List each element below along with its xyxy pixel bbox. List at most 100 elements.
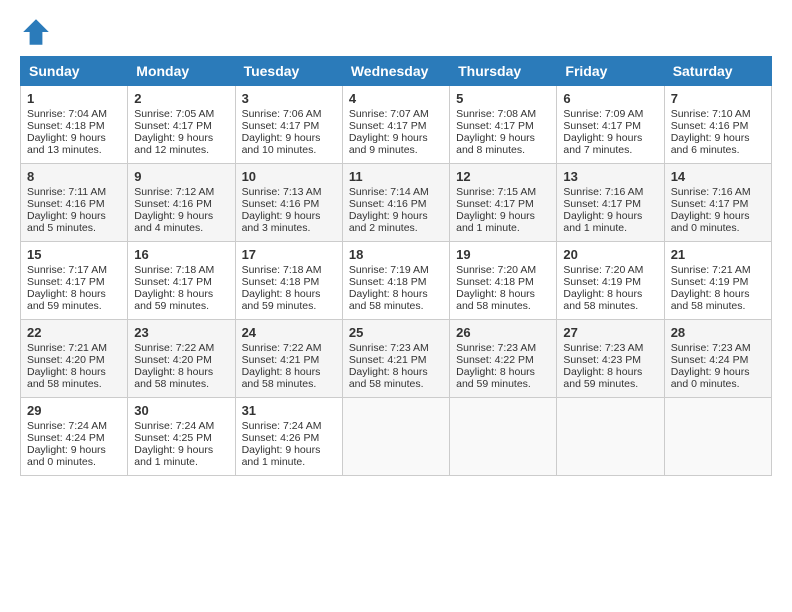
calendar-cell: 17Sunrise: 7:18 AMSunset: 4:18 PMDayligh… (235, 242, 342, 320)
sunrise-text: Sunrise: 7:23 AM (563, 342, 643, 354)
sunrise-text: Sunrise: 7:08 AM (456, 108, 536, 120)
calendar-cell: 5Sunrise: 7:08 AMSunset: 4:17 PMDaylight… (450, 86, 557, 164)
sunrise-text: Sunrise: 7:15 AM (456, 186, 536, 198)
sunset-text: Sunset: 4:21 PM (349, 354, 427, 366)
calendar-cell: 19Sunrise: 7:20 AMSunset: 4:18 PMDayligh… (450, 242, 557, 320)
calendar-cell: 27Sunrise: 7:23 AMSunset: 4:23 PMDayligh… (557, 320, 664, 398)
daylight-text: Daylight: 8 hours and 58 minutes. (349, 288, 428, 312)
sunset-text: Sunset: 4:17 PM (27, 276, 105, 288)
sunrise-text: Sunrise: 7:16 AM (563, 186, 643, 198)
sunset-text: Sunset: 4:17 PM (134, 120, 212, 132)
calendar-cell: 3Sunrise: 7:06 AMSunset: 4:17 PMDaylight… (235, 86, 342, 164)
sunrise-text: Sunrise: 7:23 AM (349, 342, 429, 354)
daylight-text: Daylight: 9 hours and 0 minutes. (671, 366, 750, 390)
calendar-cell: 21Sunrise: 7:21 AMSunset: 4:19 PMDayligh… (664, 242, 771, 320)
sunset-text: Sunset: 4:17 PM (134, 276, 212, 288)
daylight-text: Daylight: 9 hours and 0 minutes. (27, 444, 106, 468)
calendar-week-row: 29Sunrise: 7:24 AMSunset: 4:24 PMDayligh… (21, 398, 772, 476)
calendar-cell: 29Sunrise: 7:24 AMSunset: 4:24 PMDayligh… (21, 398, 128, 476)
sunrise-text: Sunrise: 7:18 AM (134, 264, 214, 276)
sunset-text: Sunset: 4:26 PM (242, 432, 320, 444)
logo (20, 16, 56, 48)
day-number: 1 (27, 91, 121, 106)
daylight-text: Daylight: 9 hours and 7 minutes. (563, 132, 642, 156)
header (20, 16, 772, 48)
sunrise-text: Sunrise: 7:05 AM (134, 108, 214, 120)
calendar-cell: 24Sunrise: 7:22 AMSunset: 4:21 PMDayligh… (235, 320, 342, 398)
calendar-cell: 2 Sunrise: 7:05 AMSunset: 4:17 PMDaylight… (128, 86, 235, 164)
day-number: 18 (349, 247, 443, 262)
sunrise-text: Sunrise: 7:19 AM (349, 264, 429, 276)
daylight-text: Daylight: 8 hours and 58 minutes. (456, 288, 535, 312)
sunrise-text: Sunrise: 7:23 AM (671, 342, 751, 354)
calendar-cell: 10Sunrise: 7:13 AMSunset: 4:16 PMDayligh… (235, 164, 342, 242)
daylight-text: Daylight: 8 hours and 59 minutes. (456, 366, 535, 390)
sunset-text: Sunset: 4:16 PM (27, 198, 105, 210)
daylight-text: Daylight: 9 hours and 1 minute. (134, 444, 213, 468)
calendar-cell: 1Sunrise: 7:04 AMSunset: 4:18 PMDaylight… (21, 86, 128, 164)
sunrise-text: Sunrise: 7:23 AM (456, 342, 536, 354)
calendar-week-row: 22Sunrise: 7:21 AMSunset: 4:20 PMDayligh… (21, 320, 772, 398)
col-header-thursday: Thursday (450, 57, 557, 86)
col-header-tuesday: Tuesday (235, 57, 342, 86)
calendar-cell (450, 398, 557, 476)
daylight-text: Daylight: 9 hours and 10 minutes. (242, 132, 321, 156)
sunset-text: Sunset: 4:17 PM (456, 120, 534, 132)
day-number: 26 (456, 325, 550, 340)
daylight-text: Daylight: 9 hours and 12 minutes. (134, 132, 213, 156)
sunset-text: Sunset: 4:18 PM (456, 276, 534, 288)
calendar-cell: 14Sunrise: 7:16 AMSunset: 4:17 PMDayligh… (664, 164, 771, 242)
day-number: 3 (242, 91, 336, 106)
sunrise-text: Sunrise: 7:24 AM (27, 420, 107, 432)
sunset-text: Sunset: 4:17 PM (349, 120, 427, 132)
daylight-text: Daylight: 9 hours and 1 minute. (563, 210, 642, 234)
sunrise-text: Sunrise: 7:24 AM (242, 420, 322, 432)
calendar-cell: 6Sunrise: 7:09 AMSunset: 4:17 PMDaylight… (557, 86, 664, 164)
sunset-text: Sunset: 4:19 PM (563, 276, 641, 288)
day-number: 7 (671, 91, 765, 106)
sunrise-text: Sunrise: 7:22 AM (134, 342, 214, 354)
day-number: 30 (134, 403, 228, 418)
day-number: 27 (563, 325, 657, 340)
sunset-text: Sunset: 4:20 PM (27, 354, 105, 366)
day-number: 9 (134, 169, 228, 184)
day-number: 22 (27, 325, 121, 340)
calendar-cell: 31Sunrise: 7:24 AMSunset: 4:26 PMDayligh… (235, 398, 342, 476)
col-header-monday: Monday (128, 57, 235, 86)
sunrise-text: Sunrise: 7:18 AM (242, 264, 322, 276)
day-number: 25 (349, 325, 443, 340)
sunset-text: Sunset: 4:24 PM (27, 432, 105, 444)
day-number: 16 (134, 247, 228, 262)
calendar-cell: 9Sunrise: 7:12 AMSunset: 4:16 PMDaylight… (128, 164, 235, 242)
sunrise-text: Sunrise: 7:20 AM (563, 264, 643, 276)
calendar-week-row: 15Sunrise: 7:17 AMSunset: 4:17 PMDayligh… (21, 242, 772, 320)
calendar-cell: 8Sunrise: 7:11 AMSunset: 4:16 PMDaylight… (21, 164, 128, 242)
daylight-text: Daylight: 9 hours and 1 minute. (456, 210, 535, 234)
sunset-text: Sunset: 4:17 PM (563, 198, 641, 210)
day-number: 21 (671, 247, 765, 262)
calendar-cell (664, 398, 771, 476)
sunrise-text: Sunrise: 7:12 AM (134, 186, 214, 198)
sunrise-text: Sunrise: 7:21 AM (27, 342, 107, 354)
sunset-text: Sunset: 4:20 PM (134, 354, 212, 366)
col-header-saturday: Saturday (664, 57, 771, 86)
sunrise-text: Sunrise: 7:13 AM (242, 186, 322, 198)
sunset-text: Sunset: 4:18 PM (349, 276, 427, 288)
day-number: 2 (134, 91, 228, 106)
sunrise-text: Sunrise: 7:10 AM (671, 108, 751, 120)
daylight-text: Daylight: 9 hours and 5 minutes. (27, 210, 106, 234)
calendar-cell: 30Sunrise: 7:24 AMSunset: 4:25 PMDayligh… (128, 398, 235, 476)
calendar-cell: 23Sunrise: 7:22 AMSunset: 4:20 PMDayligh… (128, 320, 235, 398)
day-number: 15 (27, 247, 121, 262)
day-number: 28 (671, 325, 765, 340)
calendar-cell: 20Sunrise: 7:20 AMSunset: 4:19 PMDayligh… (557, 242, 664, 320)
daylight-text: Daylight: 9 hours and 1 minute. (242, 444, 321, 468)
daylight-text: Daylight: 8 hours and 58 minutes. (134, 366, 213, 390)
day-number: 6 (563, 91, 657, 106)
calendar-cell: 18 Sunrise: 7:19 AMSunset: 4:18 PMDayligh… (342, 242, 449, 320)
daylight-text: Daylight: 9 hours and 13 minutes. (27, 132, 106, 156)
day-number: 5 (456, 91, 550, 106)
daylight-text: Daylight: 8 hours and 58 minutes. (671, 288, 750, 312)
calendar-cell: 4Sunrise: 7:07 AMSunset: 4:17 PMDaylight… (342, 86, 449, 164)
calendar-cell: 22Sunrise: 7:21 AMSunset: 4:20 PMDayligh… (21, 320, 128, 398)
